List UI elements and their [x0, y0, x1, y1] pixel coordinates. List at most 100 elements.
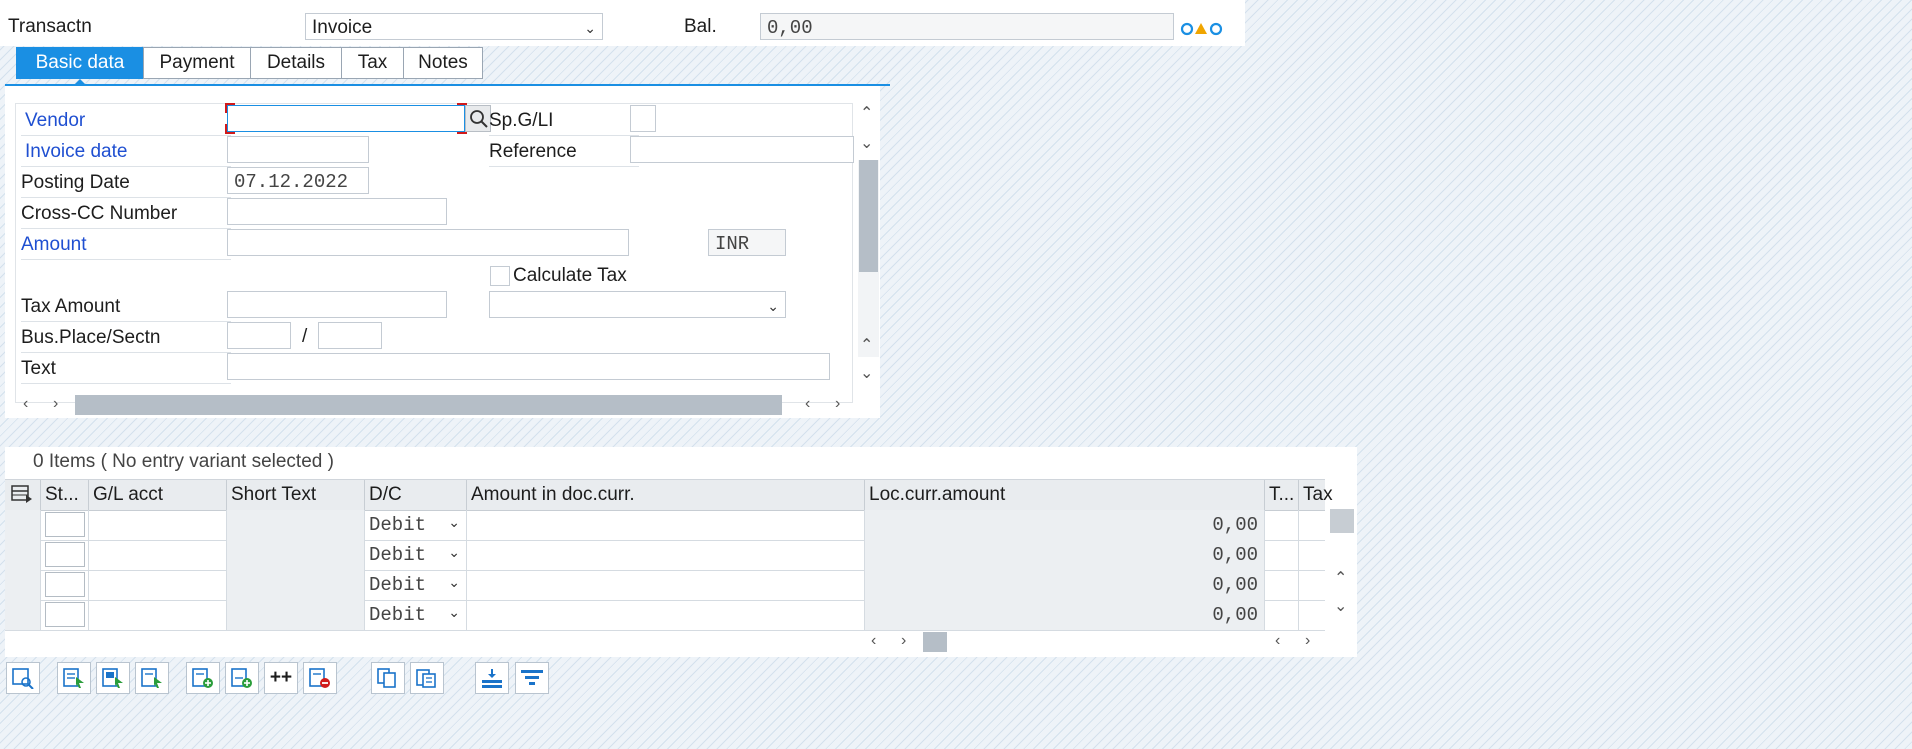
- tax-cell[interactable]: [1299, 510, 1325, 540]
- scroll-left-icon[interactable]: ‹: [805, 396, 810, 412]
- copy-button[interactable]: [371, 662, 405, 694]
- insert-row-button[interactable]: [186, 662, 220, 694]
- column-header-tax[interactable]: Tax: [1299, 480, 1339, 510]
- loc-amount-cell: 0,00: [865, 510, 1265, 540]
- tab-tax[interactable]: Tax: [341, 47, 404, 79]
- spgl-input[interactable]: [630, 105, 656, 132]
- calculate-tax-checkbox[interactable]: [490, 266, 510, 286]
- scroll-up-icon[interactable]: ⌃: [860, 338, 873, 354]
- delete-row-icon: [309, 668, 330, 688]
- filter-icon: [521, 670, 543, 685]
- crosscc-input[interactable]: [227, 198, 447, 225]
- scroll-down-icon[interactable]: ⌄: [860, 136, 873, 152]
- dc-select[interactable]: Debit ⌄: [365, 600, 467, 630]
- vendor-input[interactable]: [225, 103, 467, 134]
- column-header-gl-acct[interactable]: G/L acct: [89, 480, 227, 510]
- select-block-button[interactable]: [96, 662, 130, 694]
- dc-select[interactable]: Debit ⌄: [365, 540, 467, 570]
- text-input[interactable]: [227, 353, 830, 380]
- scroll-left-icon[interactable]: ‹: [871, 633, 876, 649]
- tax-code-cell[interactable]: [1265, 540, 1299, 570]
- filter-button[interactable]: [515, 662, 549, 694]
- tax-code-cell[interactable]: [1265, 600, 1299, 630]
- column-header-tax-code[interactable]: T...: [1265, 480, 1299, 510]
- tab-payment[interactable]: Payment: [143, 47, 251, 79]
- scroll-down-icon[interactable]: ⌄: [860, 366, 873, 382]
- horizontal-scroll-thumb[interactable]: [923, 632, 947, 652]
- row-select-box[interactable]: [45, 572, 85, 597]
- scroll-right-icon[interactable]: ›: [901, 633, 906, 649]
- table-row[interactable]: Debit ⌄ 0,00: [5, 540, 1325, 571]
- sort-button[interactable]: [475, 662, 509, 694]
- scroll-left-icon[interactable]: ‹: [23, 396, 28, 412]
- table-row[interactable]: Debit ⌄ 0,00: [5, 570, 1325, 601]
- table-scroll-thumb[interactable]: [1330, 509, 1354, 533]
- scroll-right-icon[interactable]: ›: [53, 396, 58, 412]
- column-header-short-text[interactable]: Short Text: [227, 480, 365, 510]
- dc-select[interactable]: Debit ⌄: [365, 510, 467, 540]
- gl-acct-cell[interactable]: [89, 540, 227, 570]
- gl-acct-cell[interactable]: [89, 600, 227, 630]
- tax-code-cell[interactable]: [1265, 570, 1299, 600]
- vertical-scroll-track[interactable]: [858, 160, 879, 357]
- amount-doc-cell[interactable]: [467, 510, 865, 540]
- short-text-cell: [227, 600, 365, 630]
- items-summary: 0 Items ( No entry variant selected ): [33, 451, 334, 472]
- column-header-dc[interactable]: D/C: [365, 480, 467, 510]
- reference-input[interactable]: [630, 136, 854, 163]
- tax-code-select[interactable]: ⌄: [489, 291, 786, 318]
- table-row[interactable]: Debit ⌄ 0,00: [5, 510, 1325, 541]
- tab-notes[interactable]: Notes: [403, 47, 483, 79]
- tax-amount-input[interactable]: [227, 291, 447, 318]
- vertical-scroll-thumb[interactable]: [859, 160, 878, 272]
- text-label: Text: [21, 358, 56, 379]
- posting-date-input[interactable]: 07.12.2022: [227, 167, 369, 194]
- horizontal-scroll-thumb[interactable]: [75, 395, 782, 415]
- gl-acct-cell[interactable]: [89, 510, 227, 540]
- scroll-left-icon[interactable]: ‹: [1275, 633, 1280, 649]
- deselect-button[interactable]: [135, 662, 169, 694]
- bus-place-input[interactable]: [227, 322, 291, 349]
- select-layout-button[interactable]: [6, 662, 40, 694]
- gl-acct-cell[interactable]: [89, 570, 227, 600]
- scroll-right-icon[interactable]: ›: [835, 396, 840, 412]
- tax-cell[interactable]: [1299, 540, 1325, 570]
- tax-cell[interactable]: [1299, 600, 1325, 630]
- transaction-select[interactable]: Invoice ⌄: [305, 13, 603, 40]
- copy-plus-button[interactable]: ++: [264, 662, 298, 694]
- scroll-right-icon[interactable]: ›: [1305, 633, 1310, 649]
- add-row-button[interactable]: [225, 662, 259, 694]
- tab-basic-data[interactable]: Basic data: [16, 47, 144, 79]
- chevron-down-icon: ⌄: [584, 20, 596, 36]
- select-block-icon: [102, 668, 123, 688]
- section-input[interactable]: [318, 322, 382, 349]
- tax-cell[interactable]: [1299, 570, 1325, 600]
- invoice-date-input[interactable]: [227, 136, 369, 163]
- scroll-up-icon[interactable]: ⌃: [860, 106, 873, 122]
- row-select-box[interactable]: [45, 542, 85, 567]
- status-icons[interactable]: [1180, 20, 1224, 42]
- column-header-status[interactable]: St...: [41, 480, 89, 510]
- currency-field[interactable]: INR: [708, 229, 786, 256]
- posting-date-label: Posting Date: [21, 172, 130, 193]
- select-all-button[interactable]: [57, 662, 91, 694]
- tax-code-cell[interactable]: [1265, 510, 1299, 540]
- loc-amount-cell: 0,00: [865, 600, 1265, 630]
- amount-doc-cell[interactable]: [467, 570, 865, 600]
- tab-details[interactable]: Details: [250, 47, 342, 79]
- table-row[interactable]: Debit ⌄ 0,00: [5, 600, 1325, 631]
- column-header-amount-doc[interactable]: Amount in doc.curr.: [467, 480, 865, 510]
- scroll-up-icon[interactable]: ⌃: [1334, 571, 1347, 587]
- dc-select[interactable]: Debit ⌄: [365, 570, 467, 600]
- row-select-box[interactable]: [45, 512, 85, 537]
- column-header-loc-amount[interactable]: Loc.curr.amount: [865, 480, 1265, 510]
- amount-doc-cell[interactable]: [467, 600, 865, 630]
- delete-row-button[interactable]: [303, 662, 337, 694]
- column-settings-button[interactable]: [5, 480, 41, 510]
- paste-button[interactable]: [410, 662, 444, 694]
- amount-doc-cell[interactable]: [467, 540, 865, 570]
- scroll-down-icon[interactable]: ⌄: [1334, 599, 1347, 615]
- amount-input[interactable]: [227, 229, 629, 256]
- vendor-search-help-button[interactable]: [465, 105, 491, 132]
- row-select-box[interactable]: [45, 602, 85, 627]
